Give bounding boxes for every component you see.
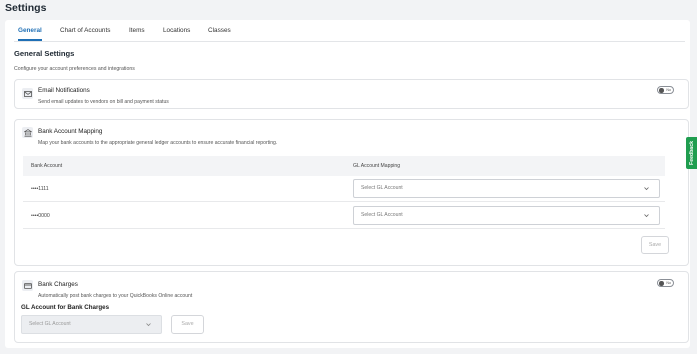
tab-locations[interactable]: Locations — [163, 26, 190, 36]
bank-mapping-title: Bank Account Mapping — [38, 128, 103, 135]
toggle-knob — [659, 88, 664, 93]
bank-account-mapping-card: Bank Account Mapping Map your bank accou… — [14, 119, 689, 266]
select-placeholder: Select GL Account — [361, 212, 403, 218]
save-bank-charges-button[interactable]: Save — [171, 315, 204, 334]
bank-icon — [22, 127, 33, 138]
save-mapping-button[interactable]: Save — [641, 236, 669, 254]
bank-account-number: ••••1111 — [31, 186, 49, 192]
table-row: ••••1111 Select GL Account — [23, 176, 665, 202]
tab-items[interactable]: Items — [129, 26, 145, 36]
credit-card-icon — [22, 280, 33, 291]
feedback-label: Feedback — [688, 141, 695, 165]
toggle-knob — [659, 281, 664, 286]
bank-charges-gl-label: GL Account for Bank Charges — [21, 304, 110, 311]
email-notifications-card: Email Notifications Send email updates t… — [14, 79, 689, 109]
settings-panel: General Chart of Accounts Items Location… — [5, 20, 690, 348]
gl-account-select[interactable]: Select GL Account — [353, 206, 660, 225]
tab-general[interactable]: General — [18, 26, 42, 41]
bank-mapping-description: Map your bank accounts to the appropriat… — [38, 140, 278, 146]
bank-charges-card: Bank Charges Automatically post bank cha… — [14, 271, 689, 343]
column-header-gl-mapping: GL Account Mapping — [353, 163, 401, 169]
tab-chart-of-accounts[interactable]: Chart of Accounts — [60, 26, 110, 36]
column-header-bank-account: Bank Account — [31, 163, 63, 169]
mapping-table-header: Bank Account GL Account Mapping — [23, 156, 665, 176]
toggle-label: No — [666, 281, 671, 285]
select-placeholder: Select GL Account — [29, 321, 71, 327]
mail-icon — [22, 88, 33, 99]
settings-tabs: General Chart of Accounts Items Location… — [14, 26, 685, 42]
bank-charges-toggle[interactable]: No — [657, 279, 674, 287]
tab-classes[interactable]: Classes — [208, 26, 231, 36]
section-title: General Settings — [14, 49, 75, 58]
bank-account-number: ••••0000 — [31, 213, 50, 219]
email-notifications-toggle[interactable]: No — [657, 86, 674, 94]
bank-charges-description: Automatically post bank charges to your … — [38, 293, 193, 299]
select-placeholder: Select GL Account — [361, 185, 403, 191]
section-subtitle: Configure your account preferences and i… — [14, 66, 135, 72]
chevron-down-icon — [644, 187, 649, 191]
gl-account-select[interactable]: Select GL Account — [353, 179, 660, 198]
bank-charges-title: Bank Charges — [38, 281, 78, 288]
page-title: Settings — [5, 2, 47, 14]
chevron-down-icon — [146, 323, 151, 327]
email-notifications-description: Send email updates to vendors on bill an… — [38, 99, 169, 105]
toggle-label: No — [666, 88, 671, 92]
feedback-tab[interactable]: Feedback — [686, 137, 697, 169]
chevron-down-icon — [644, 214, 649, 218]
table-row: ••••0000 Select GL Account — [23, 203, 665, 229]
bank-charges-gl-select[interactable]: Select GL Account — [21, 315, 162, 334]
email-notifications-title: Email Notifications — [38, 87, 90, 94]
